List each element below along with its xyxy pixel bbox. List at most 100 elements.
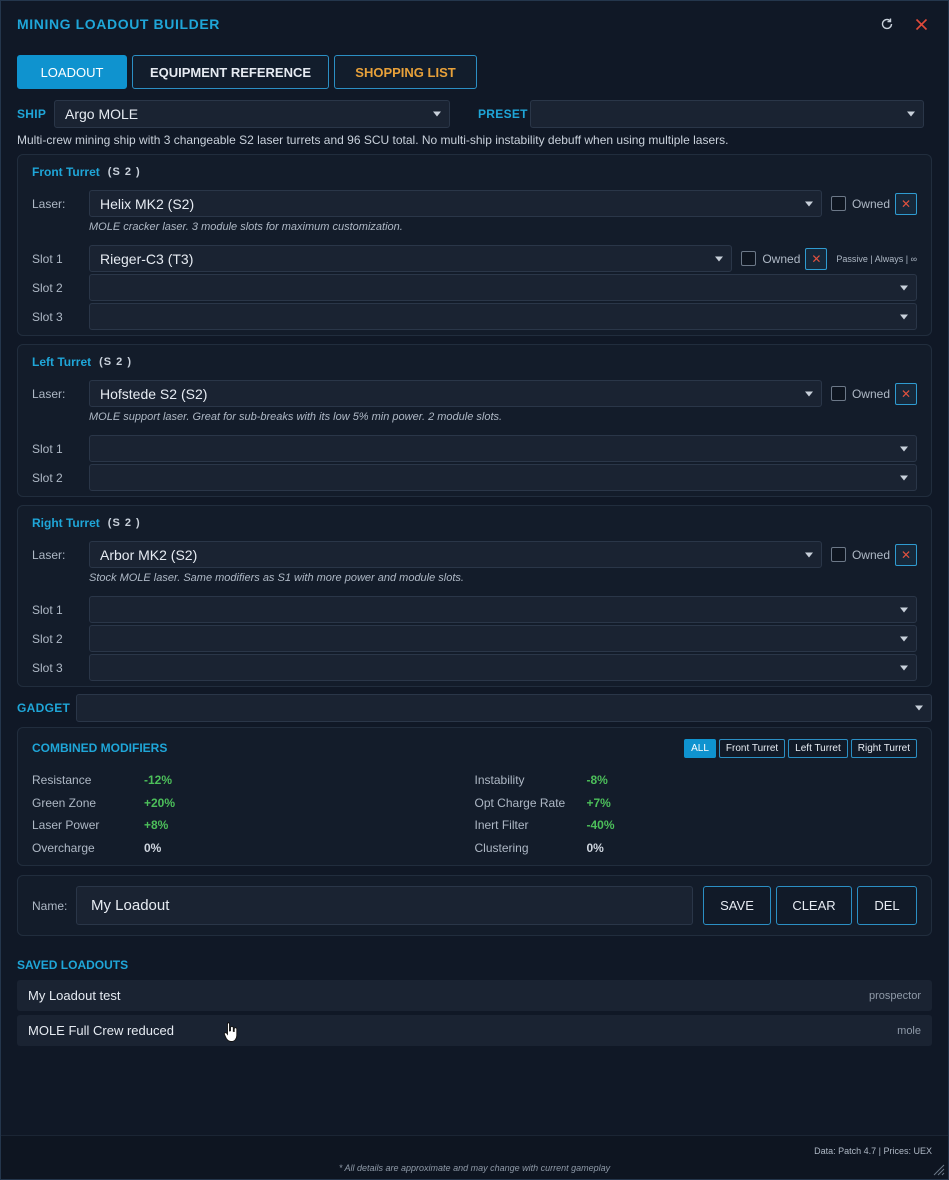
right-slot-2-select[interactable] [89, 625, 917, 652]
right-laser-row: Laser: Arbor MK2 (S2) Owned ✕ [32, 540, 917, 569]
modifier-value: +7% [586, 795, 611, 810]
front-slot-2-select[interactable] [89, 274, 917, 301]
owned-label: Owned [851, 196, 890, 211]
chevron-down-icon [900, 636, 908, 641]
slot-label: Slot 2 [32, 631, 63, 646]
left-laser-row: Laser: Hofstede S2 (S2) Owned ✕ [32, 379, 917, 408]
left-slot-1-select[interactable] [89, 435, 917, 462]
save-button[interactable]: SAVE [703, 886, 771, 925]
save-loadout-bar: Name: My Loadout SAVE CLEAR DEL [17, 875, 932, 936]
modifier-value: 0% [144, 840, 162, 855]
remove-laser-button[interactable]: ✕ [895, 192, 917, 215]
delete-button[interactable]: DEL [857, 886, 917, 925]
slot-label: Slot 2 [32, 280, 63, 295]
reset-icon[interactable] [876, 13, 898, 35]
right-laser-value: Arbor MK2 (S2) [100, 546, 198, 563]
laser-label: Laser: [32, 196, 66, 211]
front-slot-2-row: Slot 2 [32, 273, 917, 302]
gadget-select[interactable] [76, 694, 932, 722]
modifier-key: Laser Power [32, 818, 100, 833]
chevron-down-icon [907, 111, 915, 117]
left-turret-panel: Left Turret (S 2 ) Laser: Hofstede S2 (S… [17, 344, 932, 497]
right-slot-3-select[interactable] [89, 654, 917, 681]
filter-all[interactable]: ALL [684, 738, 716, 758]
turret-size: (S 2 ) [99, 356, 133, 368]
modifier-value: 0% [586, 840, 604, 855]
modifier-green-zone: Green Zone +20% [32, 792, 475, 815]
filter-front-turret[interactable]: Front Turret [718, 738, 786, 758]
tab-shopping-list[interactable]: SHOPPING LIST [334, 55, 477, 89]
remove-laser-button[interactable]: ✕ [895, 382, 917, 405]
left-laser-select[interactable]: Hofstede S2 (S2) [89, 380, 822, 407]
chevron-down-icon [915, 705, 923, 711]
front-slot-1-select[interactable]: Rieger-C3 (T3) [89, 245, 733, 272]
left-laser-owned: Owned [830, 386, 890, 401]
right-laser-description: Stock MOLE laser. Same modifiers as S1 w… [89, 572, 464, 584]
right-slot-1-select[interactable] [89, 596, 917, 623]
front-slot-1-row: Slot 1 Rieger-C3 (T3) Owned ✕ Passive | … [32, 244, 917, 273]
modifier-key: Inert Filter [474, 818, 529, 833]
chevron-down-icon [900, 475, 908, 480]
slot-label: Slot 1 [32, 251, 63, 266]
tab-equipment-reference[interactable]: EQUIPMENT REFERENCE [132, 55, 329, 89]
filter-right-turret[interactable]: Right Turret [850, 738, 917, 758]
saved-loadout-item[interactable]: MOLE Full Crew reduced mole [17, 1015, 932, 1046]
filter-left-turret[interactable]: Left Turret [788, 738, 848, 758]
front-turret-panel: Front Turret (S 2 ) Laser: Helix MK2 (S2… [17, 154, 932, 336]
right-slot-3-row: Slot 3 [32, 653, 917, 682]
laser-label: Laser: [32, 386, 66, 401]
app-window: MINING LOADOUT BUILDER LOADOUT EQUIPMENT… [0, 0, 949, 1180]
front-laser-value: Helix MK2 (S2) [100, 195, 195, 212]
modifiers-column-right: Instability -8% Opt Charge Rate +7% Inert … [475, 769, 918, 859]
modifier-overcharge: Overcharge 0% [32, 837, 475, 860]
front-laser-select[interactable]: Helix MK2 (S2) [89, 190, 822, 217]
owned-checkbox[interactable] [741, 251, 757, 266]
modifier-key: Opt Charge Rate [474, 795, 566, 810]
chevron-down-icon [433, 111, 441, 117]
owned-checkbox[interactable] [830, 196, 846, 211]
window-title: MINING LOADOUT BUILDER [17, 16, 220, 32]
front-laser-owned: Owned [830, 196, 890, 211]
chevron-down-icon [804, 391, 813, 396]
saved-loadout-ship: prospector [869, 989, 921, 1002]
module-info: Passive | Always | ∞ [836, 253, 917, 264]
right-slot-1-row: Slot 1 [32, 595, 917, 624]
clear-button[interactable]: CLEAR [776, 886, 852, 925]
gadget-row: GADGET [1, 694, 948, 722]
front-slot-1-owned: Owned [741, 251, 800, 266]
resize-grip-icon[interactable] [931, 1162, 945, 1176]
modifier-key: Green Zone [32, 795, 97, 810]
turret-size: (S 2 ) [107, 517, 141, 529]
right-laser-select[interactable]: Arbor MK2 (S2) [89, 541, 822, 568]
right-slot-2-row: Slot 2 [32, 624, 917, 653]
owned-checkbox[interactable] [830, 547, 846, 562]
front-slot-3-row: Slot 3 [32, 302, 917, 331]
turret-name: Left Turret [32, 355, 92, 369]
front-slot-3-select[interactable] [89, 303, 917, 330]
ship-select[interactable]: Argo MOLE [54, 100, 450, 128]
saved-loadout-ship: mole [897, 1024, 921, 1037]
left-slot-2-select[interactable] [89, 464, 917, 491]
modifier-value: +8% [144, 818, 169, 833]
owned-label: Owned [762, 251, 801, 266]
saved-loadout-name: MOLE Full Crew reduced [28, 1023, 174, 1038]
modifier-inert-filter: Inert Filter -40% [475, 814, 918, 837]
saved-loadout-item[interactable]: My Loadout test prospector [17, 980, 932, 1011]
preset-select[interactable] [530, 100, 924, 128]
chevron-down-icon [900, 314, 908, 319]
modifiers-column-left: Resistance -12% Green Zone +20% Laser Powe… [32, 769, 475, 859]
combined-modifiers-panel: COMBINED MODIFIERS ALL Front Turret Left… [17, 727, 932, 866]
owned-checkbox[interactable] [830, 386, 846, 401]
loadout-name-input[interactable]: My Loadout [76, 886, 693, 925]
modifiers-header: COMBINED MODIFIERS ALL Front Turret Left… [32, 738, 917, 758]
modifiers-title: COMBINED MODIFIERS [32, 741, 168, 755]
ship-description: Multi-crew mining ship with 3 changeable… [17, 133, 729, 147]
tab-loadout[interactable]: LOADOUT [17, 55, 127, 89]
name-label: Name: [32, 898, 68, 913]
remove-module-button[interactable]: ✕ [805, 247, 828, 270]
data-source: Data: Patch 4.7 | Prices: UEX [814, 1146, 932, 1156]
chevron-down-icon [804, 201, 813, 206]
remove-laser-button[interactable]: ✕ [895, 543, 917, 566]
close-icon[interactable] [910, 13, 932, 35]
chevron-down-icon [715, 256, 724, 261]
